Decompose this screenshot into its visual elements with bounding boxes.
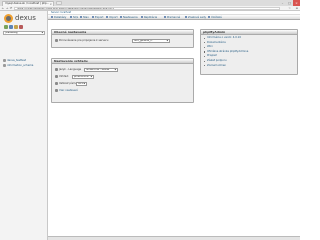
info-changelog-link[interactable]: Zoznam zmien bbox=[204, 64, 294, 69]
console-bar[interactable] bbox=[48, 236, 300, 240]
chevron-down-icon: ▼ bbox=[114, 68, 116, 71]
collation-value: utf8_general_ci bbox=[134, 38, 153, 42]
database-icon bbox=[3, 59, 6, 62]
chevron-down-icon: ▼ bbox=[166, 39, 168, 42]
language-label: Jazyk - Language bbox=[55, 67, 81, 72]
top-menu: Databázy SQL Stav Export Import Nastaven… bbox=[48, 15, 300, 20]
replication-icon bbox=[141, 16, 143, 18]
language-select[interactable]: Slovenčina - Slovak ▼ bbox=[84, 67, 118, 72]
charset-icon bbox=[185, 16, 187, 18]
tab-sql[interactable]: SQL bbox=[70, 15, 78, 20]
status-icon bbox=[80, 16, 82, 18]
tab-status[interactable]: Stav bbox=[80, 15, 89, 20]
language-icon bbox=[55, 67, 58, 71]
theme-select[interactable]: pmahomme ▼ bbox=[72, 74, 94, 79]
exit-icon[interactable] bbox=[9, 25, 13, 29]
database-select-value: (Databázy) bbox=[5, 31, 19, 34]
navigation-panel: dexus (Databázy) ▼ dexus_testtest inform… bbox=[0, 11, 48, 240]
export-icon bbox=[92, 16, 94, 18]
database-icon bbox=[51, 16, 53, 18]
variables-icon bbox=[164, 16, 166, 18]
logo-mark-icon bbox=[4, 14, 13, 23]
tab-databases[interactable]: Databázy bbox=[51, 15, 66, 20]
fontsize-label: Veľkosť písma: bbox=[55, 81, 78, 86]
wrench-icon bbox=[55, 88, 58, 92]
list-item[interactable]: information_schema bbox=[3, 63, 45, 68]
collation-label: Porovnávanie pre pripojenie k serveru bbox=[55, 38, 108, 43]
docs-icon[interactable] bbox=[19, 25, 23, 29]
info-list: Informácie o verzii: 4.0.10 Dokumentácia… bbox=[204, 36, 294, 68]
collation-select[interactable]: utf8_general_ci ▼ bbox=[132, 38, 170, 43]
logo[interactable]: dexus bbox=[4, 13, 44, 23]
sql-icon bbox=[70, 16, 72, 18]
home-icon[interactable] bbox=[4, 25, 8, 29]
new-tab-button[interactable] bbox=[56, 1, 62, 5]
engine-icon bbox=[208, 16, 210, 18]
collation-icon bbox=[55, 38, 58, 42]
import-icon bbox=[106, 16, 108, 18]
settings-icon[interactable] bbox=[14, 25, 18, 29]
tab-charsets[interactable]: Znakové sady bbox=[185, 15, 206, 20]
gear-icon bbox=[120, 16, 122, 18]
chevron-down-icon: ▼ bbox=[83, 82, 85, 85]
language-value: Slovenčina - Slovak bbox=[86, 67, 110, 71]
tab-export[interactable]: Export bbox=[92, 15, 104, 20]
tab-replication[interactable]: Replikácia bbox=[141, 15, 157, 20]
appearance-settings-panel: Nastavenie vzhľadu Jazyk - Language Slov… bbox=[51, 58, 194, 103]
more-settings-link[interactable]: Viac nastavení bbox=[55, 88, 78, 93]
phpmyadmin-info-panel: phpMyAdmin Informácie o verzii: 4.0.10 D… bbox=[200, 29, 298, 75]
database-name: dexus_testtest bbox=[7, 59, 26, 62]
chevron-down-icon: ▼ bbox=[90, 75, 92, 78]
fontsize-icon bbox=[55, 81, 58, 85]
tab-variables[interactable]: Premenné bbox=[164, 15, 180, 20]
database-icon bbox=[3, 64, 6, 67]
database-select[interactable]: (Databázy) ▼ bbox=[3, 31, 45, 35]
tab-engines[interactable]: Úložiská bbox=[208, 15, 222, 20]
tab-import[interactable]: Import bbox=[106, 15, 118, 20]
theme-value: pmahomme bbox=[74, 74, 89, 78]
tab-title: mysql.dexus.sk / localhost | php... bbox=[5, 2, 50, 5]
database-name: information_schema bbox=[7, 64, 34, 67]
chevron-down-icon: ▼ bbox=[41, 32, 43, 34]
theme-label: Vzhľad: bbox=[55, 74, 69, 79]
fontsize-select[interactable]: 82% ▼ bbox=[76, 81, 87, 86]
theme-icon bbox=[55, 74, 58, 78]
general-settings-panel: Obecné nastavenia Porovnávanie pre pripo… bbox=[51, 29, 194, 48]
logo-text: dexus bbox=[15, 14, 36, 22]
tab-settings[interactable]: Nastavenia bbox=[120, 15, 138, 20]
database-list: dexus_testtest information_schema bbox=[3, 58, 45, 68]
url-input[interactable]: https://mysql.dexus.sk/ index.php?token=… bbox=[14, 7, 280, 10]
